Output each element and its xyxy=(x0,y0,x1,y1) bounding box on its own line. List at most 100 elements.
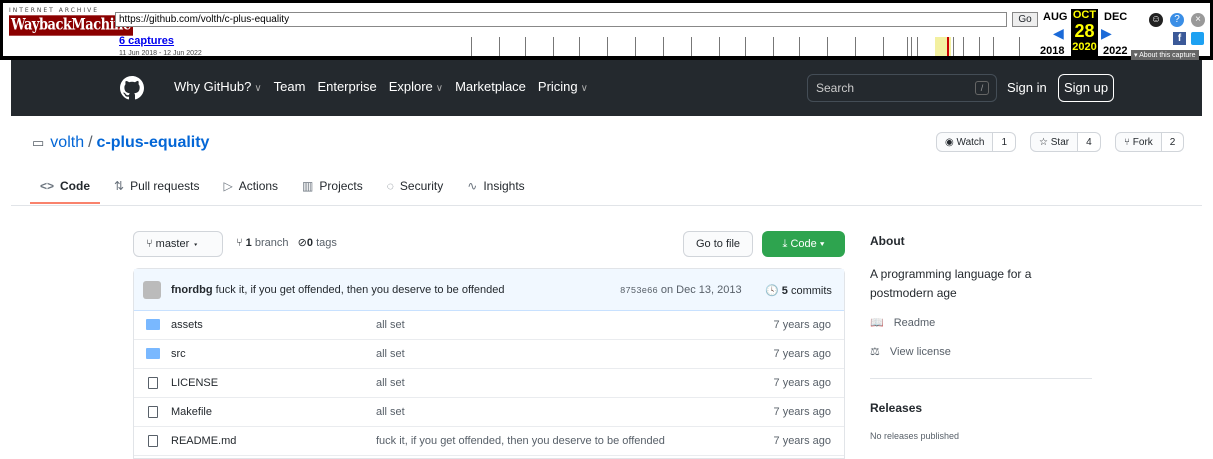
wayback-year-prev[interactable]: 2018 xyxy=(1040,45,1064,57)
twitter-icon[interactable] xyxy=(1191,32,1204,45)
nav-enterprise[interactable]: Enterprise xyxy=(317,79,376,94)
avatar[interactable] xyxy=(143,281,161,299)
nav-why-github-label: Why GitHub? xyxy=(174,79,252,94)
wayback-logo[interactable]: INTERNET ARCHIVE WaybackMachine xyxy=(9,7,133,51)
branches-link[interactable]: ⑂ 1 branch xyxy=(236,237,288,249)
go-to-file-button[interactable]: Go to file xyxy=(683,231,753,257)
nav-enterprise-label: Enterprise xyxy=(317,79,377,94)
wayback-month-prev[interactable]: AUG xyxy=(1043,11,1067,23)
file-name-link[interactable]: README.md xyxy=(171,435,236,447)
releases-heading[interactable]: Releases xyxy=(870,401,922,415)
commit-sha-link[interactable]: 8753e66 xyxy=(620,286,658,296)
folder-icon xyxy=(146,319,160,330)
wayback-captures-link[interactable]: 6 captures xyxy=(119,35,174,47)
book-icon: 📖 xyxy=(870,317,884,329)
sign-up-button[interactable]: Sign up xyxy=(1058,74,1114,102)
timeline-tick xyxy=(883,37,884,56)
file-row[interactable]: README.md fuck it, if you get offended, … xyxy=(134,427,844,456)
header-nav: Why GitHub? ∨ Team Enterprise Explore ∨ Ma… xyxy=(174,79,600,94)
star-count[interactable]: 4 xyxy=(1078,132,1101,152)
chevron-down-icon: ∨ xyxy=(435,83,444,94)
branch-select-button[interactable]: ⑂ master ▾ xyxy=(133,231,223,257)
law-icon: ⚖ xyxy=(870,346,880,358)
wayback-year-next[interactable]: 2022 xyxy=(1103,45,1127,57)
code-download-button[interactable]: ⤓ Code ▾ xyxy=(762,231,845,257)
timeline-current-tick xyxy=(947,37,949,56)
project-icon: ▥ xyxy=(302,179,314,193)
file-name-link[interactable]: LICENSE xyxy=(171,377,218,389)
wayback-month-current: OCT xyxy=(1072,9,1097,21)
sidebar-divider xyxy=(870,378,1092,379)
user-icon[interactable]: ☺ xyxy=(1149,13,1163,27)
nav-why-github[interactable]: Why GitHub? ∨ xyxy=(174,79,262,94)
file-commit-message[interactable]: fuck it, if you get offended, then you d… xyxy=(376,435,665,447)
timeline-tick xyxy=(579,37,580,56)
wayback-timeline[interactable] xyxy=(459,34,1027,56)
wayback-prev-arrow-icon[interactable]: ◀ xyxy=(1053,25,1064,42)
nav-marketplace[interactable]: Marketplace xyxy=(455,79,526,94)
watch-count[interactable]: 1 xyxy=(993,132,1017,152)
fork-button[interactable]: ⑂ Fork xyxy=(1115,132,1162,152)
star-button[interactable]: ☆ Star xyxy=(1030,132,1079,152)
readme-link[interactable]: 📖 Readme xyxy=(870,316,935,329)
tab-actions[interactable]: ▷ Actions xyxy=(213,176,288,204)
commit-message-link[interactable]: fuck it, if you get offended, then you d… xyxy=(216,284,505,296)
fork-count[interactable]: 2 xyxy=(1161,132,1185,152)
sign-in-link[interactable]: Sign in xyxy=(1007,80,1047,95)
tab-projects-label: Projects xyxy=(319,179,363,193)
help-icon[interactable]: ? xyxy=(1170,13,1184,27)
tab-insights[interactable]: ∿ Insights xyxy=(457,176,534,204)
search-input[interactable]: Search / xyxy=(807,74,997,102)
about-capture-label: About this capture xyxy=(1139,52,1196,59)
commits-history-link[interactable]: 🕓 5 commits xyxy=(765,284,832,297)
file-name-link[interactable]: Makefile xyxy=(171,406,212,418)
tags-link[interactable]: ⊘0 tags xyxy=(298,237,337,249)
nav-explore[interactable]: Explore ∨ xyxy=(389,79,443,94)
tab-pull-requests[interactable]: ⇅ Pull requests xyxy=(104,176,209,204)
timeline-tick xyxy=(827,37,828,56)
commit-author-link[interactable]: fnordbg xyxy=(171,284,213,296)
file-commit-message[interactable]: all set xyxy=(376,406,405,418)
repo-owner-link[interactable]: volth xyxy=(50,134,84,152)
file-commit-message[interactable]: all set xyxy=(376,377,405,389)
nav-pricing[interactable]: Pricing ∨ xyxy=(538,79,588,94)
tab-security[interactable]: ◌ Security xyxy=(377,176,454,204)
close-icon[interactable]: × xyxy=(1191,13,1205,27)
file-name-link[interactable]: src xyxy=(171,348,186,360)
latest-commit-text: fnordbg fuck it, if you get offended, th… xyxy=(171,284,504,296)
timeline-tick xyxy=(907,37,908,56)
license-link[interactable]: ⚖ View license xyxy=(870,345,951,358)
pull-request-icon: ⇅ xyxy=(114,179,125,193)
tab-projects[interactable]: ▥ Projects xyxy=(292,176,373,204)
timeline-tick xyxy=(691,37,692,56)
timeline-tick xyxy=(663,37,664,56)
tabs-divider xyxy=(11,205,1202,206)
file-commit-message[interactable]: all set xyxy=(376,319,405,331)
file-row[interactable]: LICENSE all set 7 years ago xyxy=(134,369,844,398)
wayback-brand-top: INTERNET ARCHIVE xyxy=(9,7,100,14)
license-label: View license xyxy=(889,346,951,358)
watch-button[interactable]: ◉ Watch xyxy=(936,132,994,152)
github-logo-icon[interactable] xyxy=(120,76,144,100)
wayback-url-input[interactable]: https://github.com/volth/c-plus-equality xyxy=(115,12,1007,27)
tab-code[interactable]: <> Code xyxy=(30,176,101,204)
file-row[interactable]: assets all set 7 years ago xyxy=(134,311,844,340)
watch-group: ◉ Watch 1 xyxy=(936,132,1017,154)
file-age: 7 years ago xyxy=(773,319,831,331)
file-name-link[interactable]: assets xyxy=(171,319,203,331)
nav-team[interactable]: Team xyxy=(274,79,306,94)
file-commit-message[interactable]: all set xyxy=(376,348,405,360)
facebook-icon[interactable]: f xyxy=(1173,32,1186,45)
file-row[interactable]: Makefile all set 7 years ago xyxy=(134,398,844,427)
wayback-month-next[interactable]: DEC xyxy=(1104,11,1127,23)
timeline-tick xyxy=(471,37,472,56)
wayback-current-date: OCT 28 2020 xyxy=(1071,9,1098,61)
wayback-capture-range: 11 Jun 2018 - 12 Jun 2022 xyxy=(119,50,202,57)
branch-icon: ⑂ xyxy=(146,238,156,250)
star-label: Star xyxy=(1050,137,1070,148)
file-row[interactable]: src all set 7 years ago xyxy=(134,340,844,369)
commits-label: commits xyxy=(790,285,832,297)
wayback-next-arrow-icon[interactable]: ▶ xyxy=(1101,25,1112,42)
repo-name-link[interactable]: c-plus-equality xyxy=(97,134,210,152)
wayback-go-button[interactable]: Go xyxy=(1012,12,1038,27)
